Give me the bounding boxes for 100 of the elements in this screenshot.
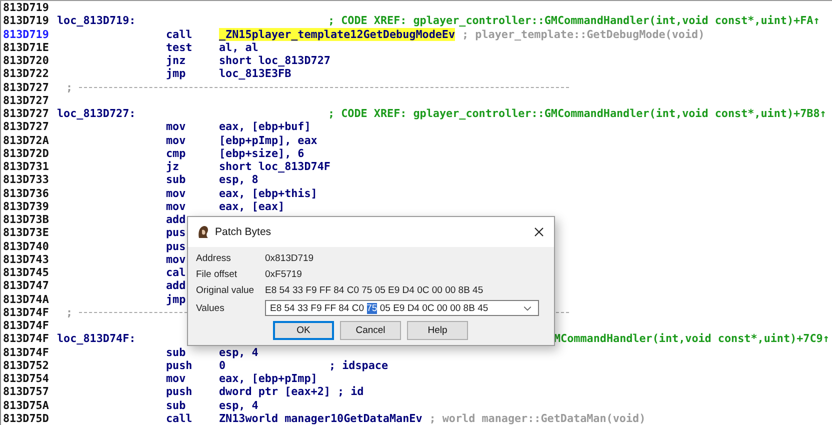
address-text: 813D739 <box>2 200 50 213</box>
address-text: 813D727 <box>2 94 50 107</box>
separator-text: ; <box>66 80 73 94</box>
address-text: 813D757 <box>2 385 50 398</box>
operand-text: eax, [ebp+this] <box>219 186 318 200</box>
code-label: loc_813D719: <box>57 14 137 28</box>
field-label: File offset <box>196 268 238 280</box>
operand-text: esp, 8 <box>219 173 258 186</box>
dialog-title: Patch Bytes <box>215 226 272 238</box>
comment-text: ; player_template::GetDebugMode(void) <box>462 28 705 41</box>
address-text: 813D727 <box>2 107 50 120</box>
operand-text: eax, [eax] <box>219 200 285 213</box>
dialog-button[interactable]: OK <box>273 321 334 340</box>
mnemonic-text: sub <box>166 346 186 358</box>
address-text: 813D73E <box>2 226 50 240</box>
address-text: 813D722 <box>2 67 50 80</box>
address-text: 813D727 <box>2 80 50 94</box>
address-text: 813D733 <box>2 173 50 186</box>
mnemonic-text: cmp <box>166 146 186 160</box>
operand-text: loc_813E3FB <box>219 67 292 80</box>
mnemonic-text: mov <box>166 200 186 213</box>
comment-text: MCommandHandler(int,void const*,uint)+7C9↑ <box>554 332 830 346</box>
mnemonic-text: push <box>166 385 192 398</box>
address-text: 813D740 <box>2 240 50 253</box>
mnemonic-text: sub <box>166 173 186 186</box>
address-text: 813D719 <box>2 28 50 41</box>
caret-icon <box>523 306 532 310</box>
address-text: 813D736 <box>2 186 50 200</box>
mnemonic-text: mov <box>166 134 186 146</box>
address-text: 813D720 <box>2 54 50 68</box>
mnemonic-text: pus <box>166 226 186 240</box>
dialog-button[interactable]: Help <box>407 321 468 340</box>
operand-text: eax, [ebp+pImp] <box>219 372 318 385</box>
close-icon <box>534 227 544 237</box>
address-text: 813D719 <box>2 14 50 28</box>
field-value: 0xF5719 <box>265 268 302 280</box>
operand-text: [ebp+size], 6 <box>219 146 304 160</box>
address-text: 813D75A <box>2 398 50 412</box>
mnemonic-text: sub <box>166 398 186 412</box>
mnemonic-text: mov <box>166 120 186 134</box>
field-label: Address <box>196 252 232 264</box>
mnemonic-text: call <box>166 412 192 425</box>
mnemonic-text: jnz <box>166 54 186 67</box>
address-text: 813D71E <box>2 40 50 54</box>
address-text: 813D754 <box>2 372 50 386</box>
operand-text: esp, 4 <box>219 398 258 412</box>
comment-text: ; CODE XREF: gplayer_controller::GMCommandHandler(int,void const*,uint)+7B8↑ <box>328 107 826 120</box>
field-label: Original value <box>196 284 256 296</box>
field-value: E8 54 33 F9 FF 84 C0 75 05 E9 D4 0C 00 00 8B 45 <box>265 284 484 296</box>
figure-icon <box>196 225 210 239</box>
mnemonic-text: call <box>166 28 192 40</box>
mnemonic-text: jmp <box>166 67 186 80</box>
operand-text: dword ptr [eax+2] <box>219 385 330 398</box>
address-text: 813D752 <box>2 358 50 372</box>
mnemonic-text: mov <box>166 252 186 266</box>
separator-text: ; <box>66 306 73 319</box>
field-value: 0x813D719 <box>265 252 314 264</box>
address-text: 813D747 <box>2 279 50 292</box>
address-text: 813D74A <box>2 292 50 306</box>
address-text: 813D74F <box>2 306 50 319</box>
address-text: 813D74F <box>2 332 50 346</box>
operand-text: al, al <box>219 40 258 54</box>
address-text: 813D719 <box>2 1 50 14</box>
address-text: 813D727 <box>2 120 50 134</box>
code-label: loc_813D727: <box>57 107 137 120</box>
address-text: 813D74F <box>2 346 50 359</box>
mnemonic-text: add <box>166 213 186 226</box>
operand-text: short loc_813D727 <box>219 54 330 67</box>
address-text: 813D743 <box>2 252 50 266</box>
mnemonic-text: pus <box>166 240 186 252</box>
operand-text: [ebp+pImp], eax <box>219 134 318 146</box>
operand-text: short loc_813D74F <box>219 160 330 173</box>
operand-text: eax, [ebp+buf] <box>219 120 311 134</box>
dialog-button[interactable]: Cancel <box>340 321 401 340</box>
field-label: Values <box>196 302 226 314</box>
address-text: 813D75D <box>2 412 50 425</box>
comment-text: ; world manager::GetDataMan(void) <box>429 412 646 425</box>
mnemonic-text: jz <box>166 160 180 173</box>
address-text: 813D73B <box>2 213 50 226</box>
operand-text: ZN13world manager10GetDataManEv <box>219 412 422 425</box>
mnemonic-text: cal <box>166 266 186 279</box>
mnemonic-text: test <box>166 40 192 54</box>
values-combobox[interactable]: E8 54 33 F9 FF 84 C0 75 05 E9 D4 0C 00 00 8B 45 <box>265 300 539 316</box>
comment-text: ; id <box>337 385 364 398</box>
comment-text: ; idspace <box>329 358 388 372</box>
address-text: 813D731 <box>2 160 50 174</box>
address-text: 813D72A <box>2 134 50 147</box>
mnemonic-text: mov <box>166 372 186 385</box>
operand-text: _ZN15player_template12GetDebugModeEv <box>219 28 456 40</box>
mnemonic-text: add <box>166 279 186 292</box>
comment-text: ; CODE XREF: gplayer_controller::GMCommandHandler(int,void const*,uint)+FA↑ <box>328 14 820 28</box>
code-label: loc_813D74F: <box>57 332 137 346</box>
address-text: 813D745 <box>2 266 50 280</box>
address-text: 813D74F <box>2 319 50 332</box>
mnemonic-text: mov <box>166 186 186 200</box>
mnemonic-text: push <box>166 358 192 372</box>
address-text: 813D72D <box>2 146 50 160</box>
operand-text: 0 <box>219 358 226 372</box>
mnemonic-text: jmp <box>166 292 186 306</box>
operand-text: esp, 4 <box>219 346 258 358</box>
